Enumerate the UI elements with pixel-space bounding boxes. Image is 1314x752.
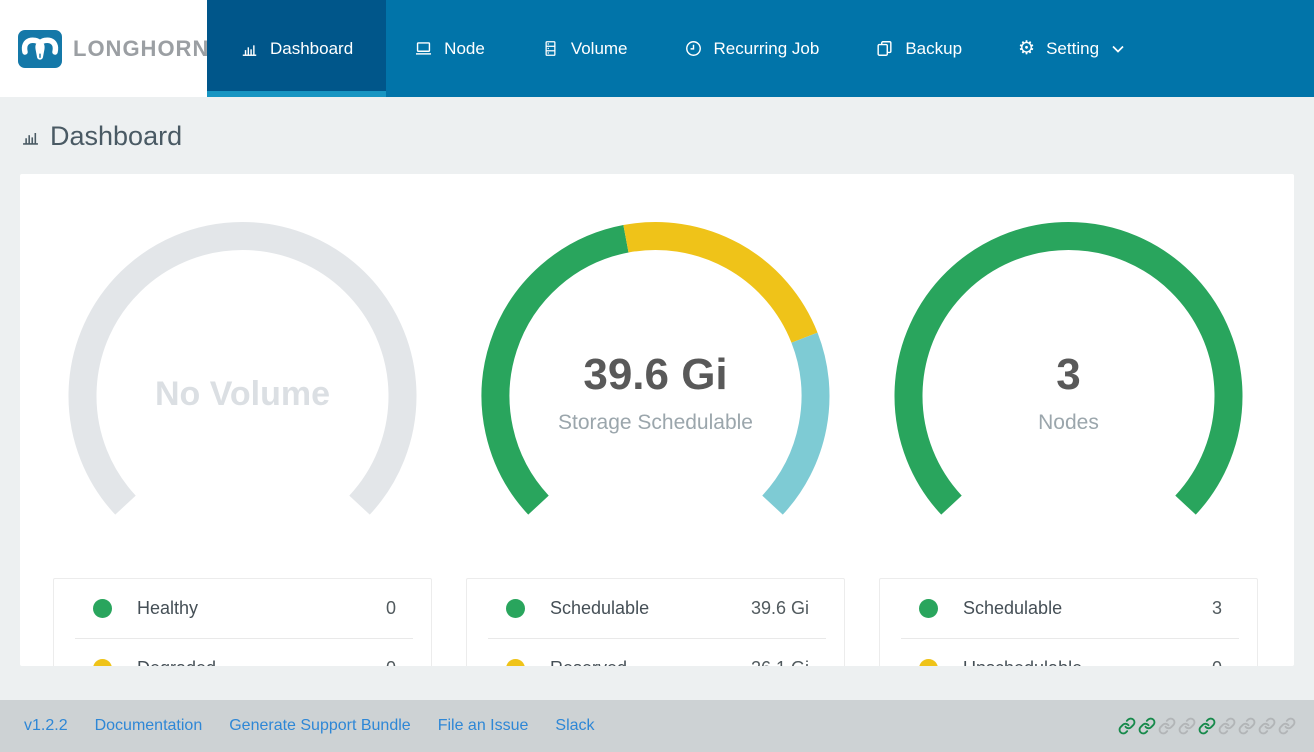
- legend-dot: [93, 658, 112, 666]
- page-title: Dashboard: [20, 121, 1314, 152]
- legend-value: 0: [1212, 658, 1222, 667]
- nav-item-label: Setting: [1046, 38, 1100, 58]
- nav-item-label: Dashboard: [270, 38, 354, 58]
- nav-item-label: Volume: [570, 38, 628, 58]
- clock-icon: [684, 39, 703, 58]
- footer-link-file-an-issue[interactable]: File an Issue: [438, 717, 529, 735]
- main-content: Dashboard No VolumeHealthy0Degraded039.6…: [0, 97, 1314, 700]
- server-icon: [541, 39, 560, 58]
- footer-link-slack[interactable]: Slack: [555, 717, 594, 735]
- link-icon[interactable]: [1218, 717, 1236, 735]
- legend-dot: [93, 599, 112, 618]
- gauge-segment-reserved: [623, 222, 818, 344]
- copy-icon: [875, 39, 894, 58]
- footer-link-documentation[interactable]: Documentation: [95, 717, 203, 735]
- gauge-arc-storage-summary: [481, 222, 830, 515]
- nav-item-backup[interactable]: Backup: [847, 0, 990, 97]
- main-navigation: Dashboard Node Volume Recurring Job Backup ⚙ S…: [207, 0, 1152, 97]
- footer-link-generate-support-bundle[interactable]: Generate Support Bundle: [229, 717, 410, 735]
- gear-icon: ⚙: [1018, 38, 1036, 59]
- nav-item-label: Backup: [905, 38, 963, 58]
- link-icon[interactable]: [1178, 717, 1196, 735]
- longhorn-bull-icon: [18, 29, 62, 68]
- legend-row-schedulable: Schedulable 3: [901, 579, 1239, 638]
- top-navbar: LONGHORN Dashboard Node Volume Recurring Jo…: [0, 0, 1314, 97]
- nav-item-node[interactable]: Node: [386, 0, 513, 97]
- laptop-icon: [414, 39, 433, 58]
- gauge-node-summary: 3NodesSchedulable3Unschedulable0: [879, 174, 1258, 666]
- nav-item-dashboard[interactable]: Dashboard: [207, 0, 387, 97]
- legend-value: 3: [1211, 598, 1222, 618]
- nav-item-volume[interactable]: Volume: [513, 0, 656, 97]
- gauge-segment-schedulable: [481, 224, 629, 515]
- gauge-arc-node-summary: [894, 222, 1243, 515]
- gauge-volume-summary: No VolumeHealthy0Degraded0: [53, 174, 432, 666]
- legend-value: 26.1 Gi: [751, 658, 809, 667]
- dashboard-summary-card: No VolumeHealthy0Degraded039.6 GiStorage…: [20, 174, 1294, 666]
- nav-item-setting[interactable]: ⚙ Setting: [990, 0, 1152, 97]
- legend-dot: [919, 599, 938, 618]
- legend-label: Reserved: [550, 658, 627, 667]
- logo-text: LONGHORN: [73, 35, 210, 61]
- legend-dot: [919, 658, 938, 666]
- gauge-arc-volume-summary: [68, 222, 417, 515]
- legend-value: 39.6 Gi: [750, 598, 809, 618]
- legend-label: Schedulable: [550, 598, 650, 618]
- link-icon[interactable]: [1238, 717, 1256, 735]
- legend-card-node-summary: Schedulable 3 Unschedulable 0: [879, 578, 1258, 666]
- longhorn-logo[interactable]: LONGHORN: [0, 0, 210, 97]
- bar-chart-icon: [240, 39, 259, 58]
- footer: v1.2.2 Documentation Generate Support Bund…: [0, 700, 1314, 752]
- legend-label: Unschedulable: [963, 658, 1082, 667]
- link-icon[interactable]: [1198, 717, 1216, 735]
- page-title-text: Dashboard: [50, 121, 183, 151]
- gauge-storage-summary: 39.6 Gi Storage Schedulable Schedulable 39.…: [466, 174, 845, 666]
- legend-card-storage-summary: Schedulable 39.6 Gi Reserved 26.1 Gi: [466, 578, 845, 666]
- gauge-segment-schedulable: [894, 222, 1243, 515]
- legend-label: Healthy: [137, 598, 199, 618]
- legend-row-degraded: Degraded 0: [75, 638, 413, 666]
- legend-row-healthy: Healthy 0: [75, 579, 413, 638]
- chevron-down-icon: [1110, 45, 1124, 53]
- legend-row-reserved: Reserved 26.1 Gi: [488, 638, 826, 666]
- legend-row-schedulable: Schedulable 39.6 Gi: [488, 579, 826, 638]
- legend-dot: [506, 658, 525, 666]
- legend-label: Schedulable: [963, 598, 1063, 618]
- legend-card-volume-summary: Healthy 0 Degraded 0: [53, 578, 432, 666]
- nav-item-label: Recurring Job: [713, 38, 820, 58]
- footer-link-v1-2-2[interactable]: v1.2.2: [24, 717, 68, 735]
- link-icon[interactable]: [1278, 717, 1296, 735]
- link-icon[interactable]: [1118, 717, 1136, 735]
- bar-chart-icon: [20, 126, 41, 147]
- legend-value: 0: [385, 598, 396, 618]
- link-icon[interactable]: [1138, 717, 1156, 735]
- link-icon[interactable]: [1158, 717, 1176, 735]
- nav-item-label: Node: [444, 38, 485, 58]
- legend-label: Degraded: [137, 658, 216, 667]
- legend-row-unschedulable: Unschedulable 0: [901, 638, 1239, 666]
- legend-value: 0: [386, 658, 396, 667]
- gauge-segment-used: [762, 332, 830, 515]
- nav-item-recurring-job[interactable]: Recurring Job: [656, 0, 848, 97]
- gauge-segment-empty: [68, 222, 417, 515]
- footer-link-icons: [1118, 717, 1296, 735]
- legend-dot: [506, 599, 525, 618]
- link-icon[interactable]: [1258, 717, 1276, 735]
